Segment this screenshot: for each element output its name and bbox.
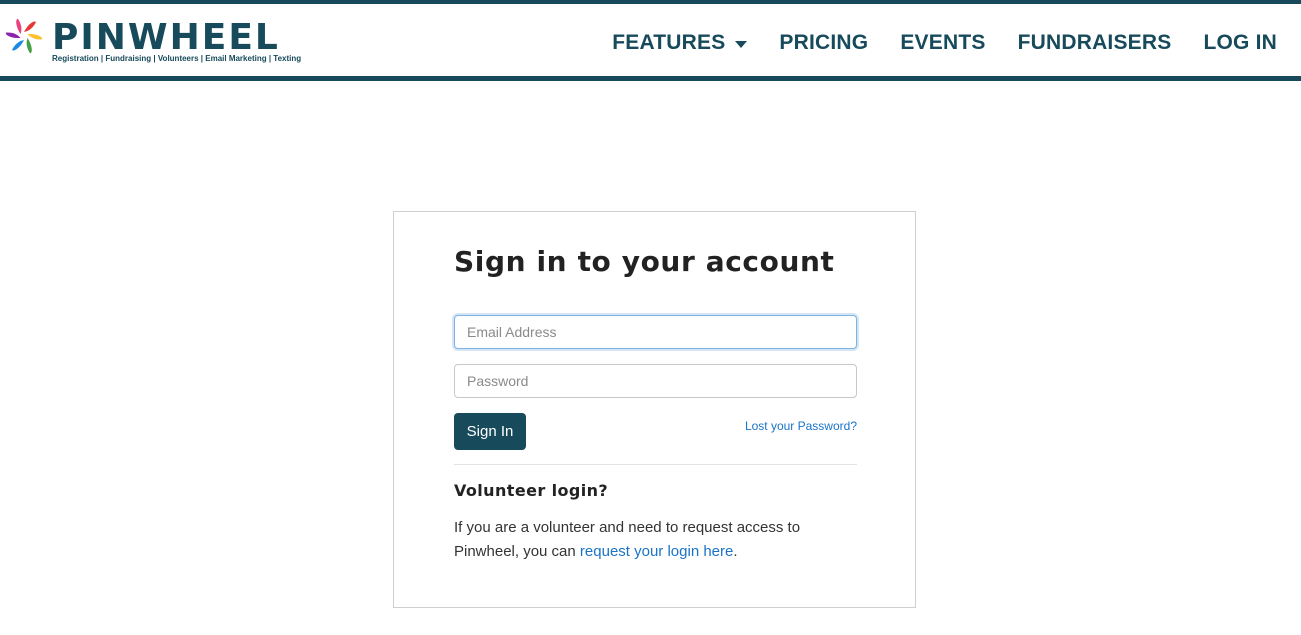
main-nav: FEATURES PRICING EVENTS FUNDRAISERS LOG …	[612, 28, 1277, 58]
login-card: Sign in to your account Sign In Lost you…	[393, 211, 916, 608]
site-header: PINWHEEL Registration | Fundraising | Vo…	[0, 4, 1301, 76]
page-title: Sign in to your account	[454, 245, 835, 278]
request-login-link[interactable]: request your login here	[580, 543, 733, 560]
lost-password-link[interactable]: Lost your Password?	[745, 419, 857, 433]
email-field[interactable]	[454, 315, 857, 349]
divider	[454, 464, 857, 465]
volunteer-heading: Volunteer login?	[454, 481, 609, 500]
nav-pricing[interactable]: PRICING	[779, 31, 868, 55]
nav-fundraisers[interactable]: FUNDRAISERS	[1018, 31, 1172, 55]
logo-tagline: Registration | Fundraising | Volunteers …	[52, 54, 302, 63]
sign-in-button[interactable]: Sign In	[454, 413, 526, 450]
nav-features-label: FEATURES	[612, 31, 726, 54]
volunteer-text: If you are a volunteer and need to reque…	[454, 516, 857, 564]
caret-down-icon	[735, 40, 748, 48]
pinwheel-icon	[5, 18, 43, 54]
volunteer-text-after: .	[733, 543, 738, 560]
nav-features[interactable]: FEATURES	[612, 31, 748, 55]
logo[interactable]: PINWHEEL Registration | Fundraising | Vo…	[4, 16, 304, 66]
password-field[interactable]	[454, 364, 857, 398]
nav-log-in[interactable]: LOG IN	[1203, 31, 1277, 55]
nav-events[interactable]: EVENTS	[900, 31, 985, 55]
header-bottom-border	[0, 76, 1301, 81]
logo-wordmark: PINWHEEL	[52, 17, 280, 58]
